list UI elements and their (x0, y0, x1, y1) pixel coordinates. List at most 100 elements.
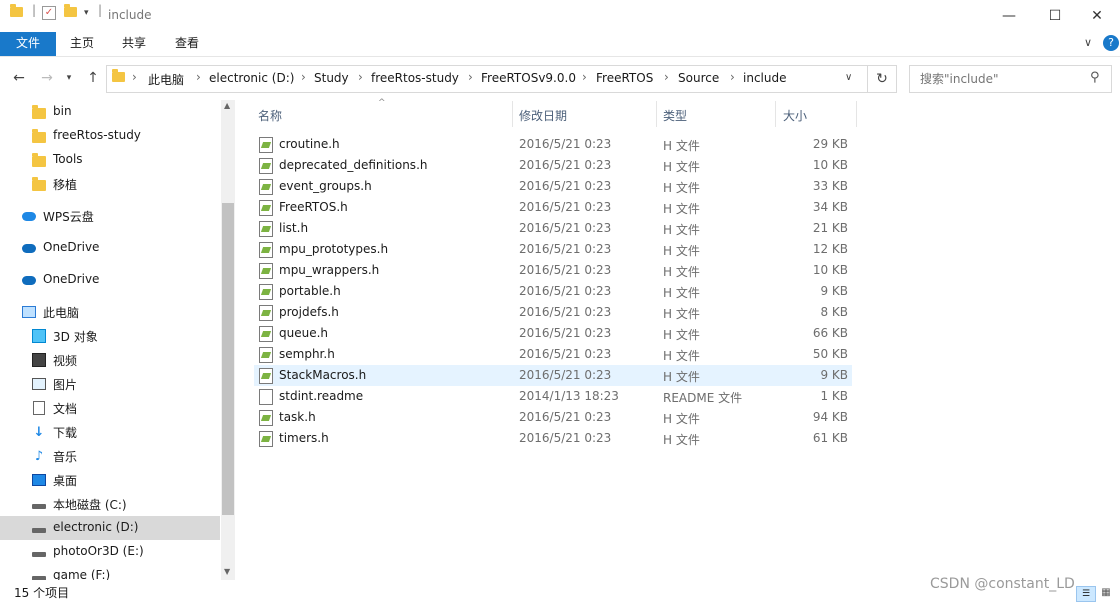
file-row[interactable]: stdint.readme 2014/1/13 18:23 README 文件 1 K… (254, 386, 852, 407)
file-row[interactable]: task.h 2016/5/21 0:23 H 文件 94 KB (254, 407, 852, 428)
chevron-right-icon[interactable]: › (664, 70, 669, 84)
file-size: 21 KB (812, 221, 848, 235)
header-file-icon (259, 221, 273, 237)
column-header-size[interactable]: 大小 (776, 101, 856, 127)
breadcrumb-drive-d[interactable]: electronic (D:) (209, 71, 294, 85)
properties-icon[interactable]: ✓ (42, 6, 56, 20)
search-icon[interactable]: ⚲ (1090, 70, 1100, 85)
file-row[interactable]: deprecated_definitions.h 2016/5/21 0:23 H … (254, 155, 852, 176)
file-type: H 文件 (663, 328, 700, 342)
file-size: 10 KB (812, 263, 848, 277)
nav-item[interactable]: ♪ 音乐 (0, 444, 220, 468)
nav-item[interactable]: 视频 (0, 348, 220, 372)
file-size: 33 KB (812, 179, 848, 193)
chevron-right-icon[interactable]: › (132, 70, 137, 84)
nav-item[interactable]: ↓ 下载 (0, 420, 220, 444)
nav-item[interactable]: 桌面 (0, 468, 220, 492)
breadcrumb-study[interactable]: Study (314, 71, 349, 85)
nav-item[interactable]: 文档 (0, 396, 220, 420)
column-divider[interactable] (856, 101, 857, 127)
chevron-right-icon[interactable]: › (301, 70, 306, 84)
nav-item[interactable]: 本地磁盘 (C:) (0, 492, 220, 516)
breadcrumb-this-pc[interactable]: 此电脑 (148, 71, 184, 88)
file-row[interactable]: mpu_prototypes.h 2016/5/21 0:23 H 文件 12 KB (254, 239, 852, 260)
chevron-right-icon[interactable]: › (196, 70, 201, 84)
address-bar[interactable]: › 此电脑 › electronic (D:) › Study › freeRt… (106, 65, 868, 93)
chevron-right-icon[interactable]: › (468, 70, 473, 84)
file-size: 66 KB (812, 326, 848, 340)
file-row[interactable]: portable.h 2016/5/21 0:23 H 文件 9 KB (254, 281, 852, 302)
scroll-up-icon[interactable]: ▲ (224, 101, 230, 110)
details-view-icon[interactable]: ☰ (1076, 586, 1096, 602)
nav-item-label: 3D 对象 (53, 330, 98, 344)
nav-item[interactable]: freeRtos-study (0, 124, 220, 148)
close-button[interactable]: ✕ (1074, 0, 1120, 32)
nav-item[interactable]: WPS云盘 (0, 204, 220, 228)
expand-ribbon-icon[interactable]: ∨ (1084, 36, 1092, 49)
file-row[interactable]: croutine.h 2016/5/21 0:23 H 文件 29 KB (254, 134, 852, 155)
music-icon: ♪ (34, 448, 44, 464)
breadcrumb-include[interactable]: include (743, 71, 786, 85)
back-arrow-icon[interactable]: ← (8, 66, 30, 90)
up-arrow-icon[interactable]: ↑ (82, 66, 104, 90)
file-row[interactable]: StackMacros.h 2016/5/21 0:23 H 文件 9 KB (254, 365, 852, 386)
recent-locations-icon[interactable]: ▾ (62, 66, 76, 90)
large-icons-view-icon[interactable]: ▦ (1098, 586, 1114, 600)
folder-icon (32, 152, 46, 167)
file-row[interactable]: semphr.h 2016/5/21 0:23 H 文件 50 KB (254, 344, 852, 365)
column-header-date[interactable]: 修改日期 (513, 101, 656, 127)
file-date: 2016/5/21 0:23 (519, 242, 612, 256)
minimize-button[interactable]: — (986, 0, 1032, 32)
tab-view[interactable]: 查看 (165, 32, 209, 56)
chevron-right-icon[interactable]: › (358, 70, 363, 84)
view-toggle: ☰ ▦ (1076, 586, 1116, 602)
forward-arrow-icon[interactable]: → (36, 66, 58, 90)
nav-item[interactable]: photoOr3D (E:) (0, 540, 220, 564)
file-row[interactable]: list.h 2016/5/21 0:23 H 文件 21 KB (254, 218, 852, 239)
breadcrumb-freertos-study[interactable]: freeRtos-study (371, 71, 459, 85)
search-box[interactable]: ⚲ (909, 65, 1112, 93)
nav-item-label: 此电脑 (43, 306, 80, 320)
chevron-right-icon[interactable]: › (582, 70, 587, 84)
header-file-icon (259, 137, 273, 153)
breadcrumb-source[interactable]: Source (678, 71, 719, 85)
nav-item[interactable]: electronic (D:) (0, 516, 220, 540)
drive-icon (32, 497, 46, 511)
breadcrumb-freertosv9[interactable]: FreeRTOSv9.0.0 (481, 71, 576, 85)
nav-item[interactable]: Tools (0, 148, 220, 172)
scroll-down-icon[interactable]: ▼ (224, 567, 230, 576)
file-row[interactable]: timers.h 2016/5/21 0:23 H 文件 61 KB (254, 428, 852, 449)
help-icon[interactable]: ? (1103, 35, 1119, 51)
file-date: 2016/5/21 0:23 (519, 221, 612, 235)
header-file-icon (259, 284, 273, 300)
nav-scrollbar-thumb[interactable] (222, 203, 234, 515)
nav-item[interactable]: OneDrive (0, 268, 220, 292)
search-input[interactable] (918, 70, 1087, 88)
nav-item[interactable]: OneDrive (0, 236, 220, 260)
nav-item[interactable]: 此电脑 (0, 300, 220, 324)
column-header-type[interactable]: 类型 (657, 101, 775, 127)
nav-item[interactable]: 图片 (0, 372, 220, 396)
nav-item-label: photoOr3D (E:) (53, 544, 144, 558)
file-name: croutine.h (279, 137, 340, 151)
chevron-right-icon[interactable]: › (730, 70, 735, 84)
file-row[interactable]: event_groups.h 2016/5/21 0:23 H 文件 33 KB (254, 176, 852, 197)
nav-item[interactable]: 3D 对象 (0, 324, 220, 348)
nav-item[interactable]: bin (0, 100, 220, 124)
file-row[interactable]: queue.h 2016/5/21 0:23 H 文件 66 KB (254, 323, 852, 344)
tab-home[interactable]: 主页 (60, 32, 104, 56)
tab-share[interactable]: 共享 (112, 32, 156, 56)
tab-file[interactable]: 文件 (0, 32, 56, 56)
file-row[interactable]: FreeRTOS.h 2016/5/21 0:23 H 文件 34 KB (254, 197, 852, 218)
breadcrumb-freertos[interactable]: FreeRTOS (596, 71, 653, 85)
chevron-down-icon[interactable]: ∨ (845, 72, 852, 83)
maximize-button[interactable]: ☐ (1032, 0, 1078, 32)
file-row[interactable]: mpu_wrappers.h 2016/5/21 0:23 H 文件 10 KB (254, 260, 852, 281)
nav-item[interactable]: game (F:) (0, 564, 220, 580)
customize-toolbar-icon[interactable]: ▾ (84, 8, 89, 18)
nav-item[interactable]: 移植 (0, 172, 220, 196)
new-folder-icon[interactable] (64, 4, 77, 17)
refresh-button[interactable]: ↻ (867, 65, 897, 93)
column-header-name[interactable]: 名称 ^ (254, 98, 512, 127)
file-row[interactable]: projdefs.h 2016/5/21 0:23 H 文件 8 KB (254, 302, 852, 323)
